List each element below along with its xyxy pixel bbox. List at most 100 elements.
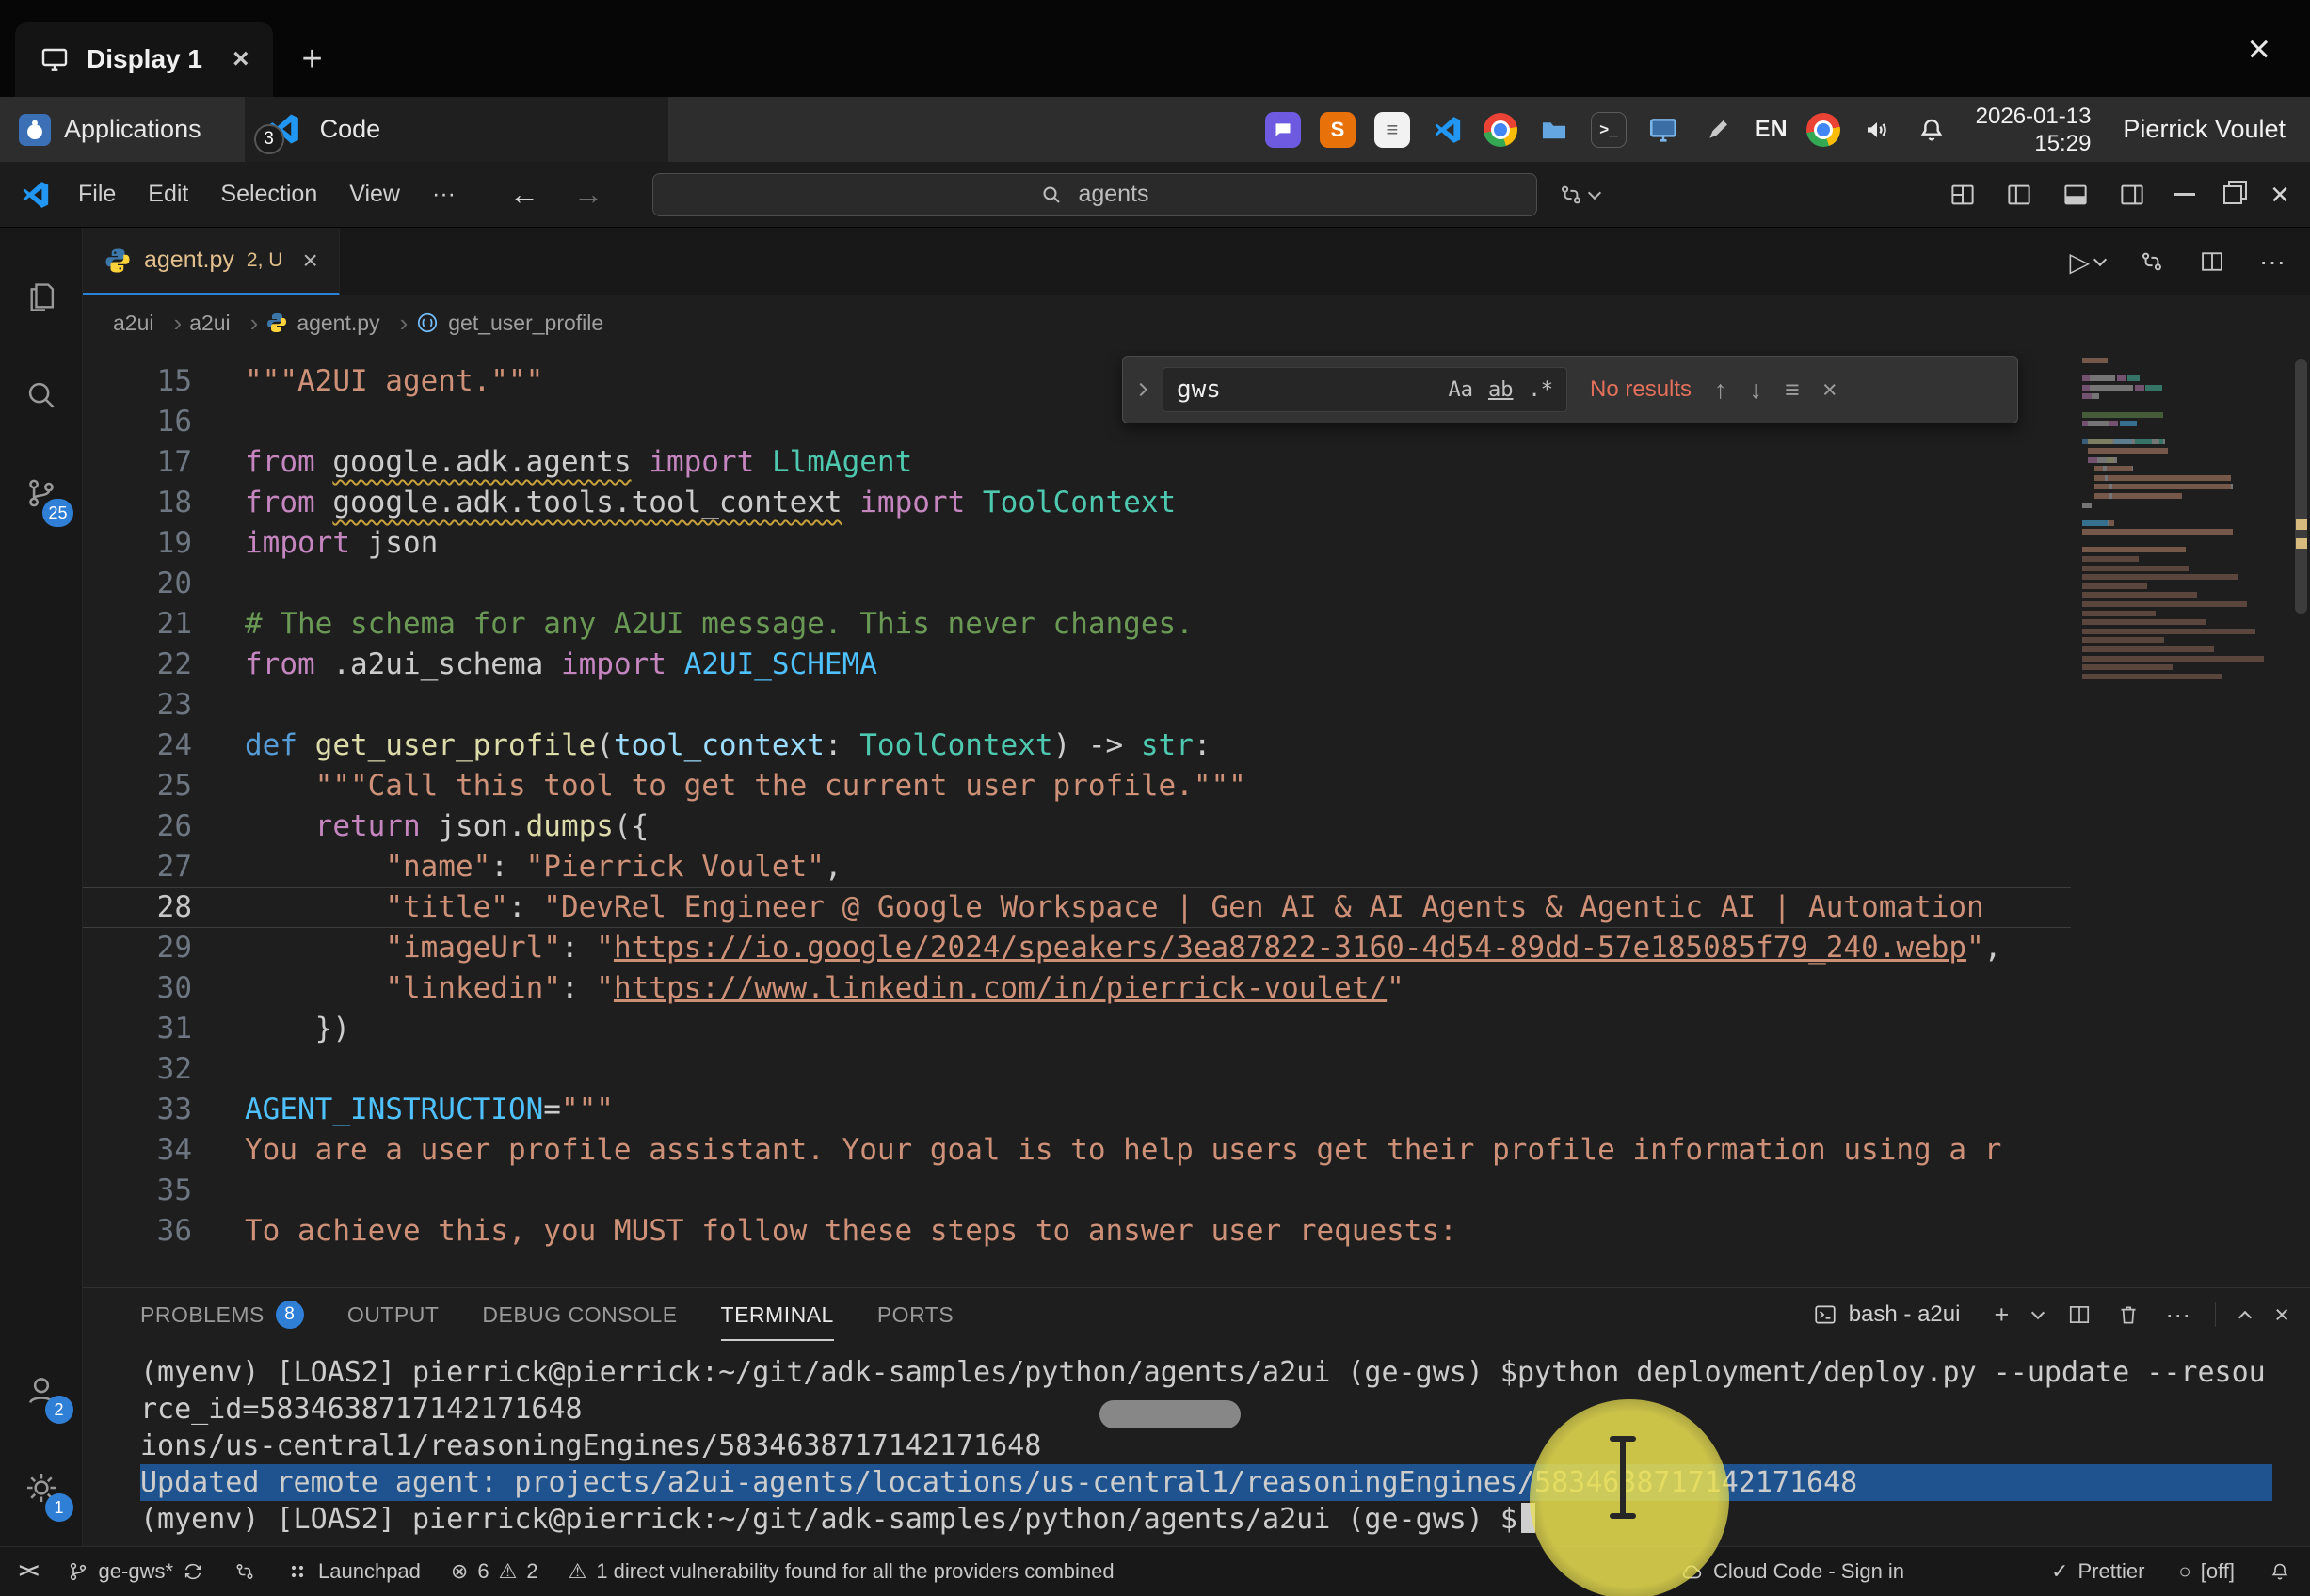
navigate-back-icon[interactable]: ← — [509, 177, 539, 212]
code-line[interactable]: 22from .a2ui_schema import A2UI_SCHEMA — [83, 645, 2071, 685]
terminal-line[interactable]: (myenv) [LOAS2] pierrick@pierrick:~/git/… — [140, 1501, 2310, 1538]
close-panel-icon[interactable]: × — [2274, 1301, 2289, 1330]
remote-display-tray-icon[interactable] — [1645, 112, 1681, 148]
vulnerability-status[interactable]: ⚠ 1 direct vulnerability found for all t… — [569, 1559, 1115, 1584]
tab-agent-py[interactable]: agent.py 2, U × — [83, 228, 340, 295]
find-previous-icon[interactable]: ↑ — [1714, 375, 1727, 405]
taskbar-window-button[interactable]: 3 Code — [245, 97, 668, 162]
code-line[interactable]: 36To achieve this, you MUST follow these… — [83, 1211, 2071, 1252]
flame-app-icon[interactable]: S — [1320, 112, 1356, 148]
sidebar-item-source-control[interactable]: 25 — [0, 444, 83, 542]
problems-status[interactable]: ⊗ 6 ⚠ 2 — [451, 1559, 538, 1584]
code-line[interactable]: 21# The schema for any A2UI message. Thi… — [83, 604, 2071, 645]
code-line[interactable]: 25 """Call this tool to get the current … — [83, 766, 2071, 806]
code-line[interactable]: 29 "imageUrl": "https://io.google/2024/s… — [83, 928, 2071, 968]
user-menu[interactable]: Pierrick Voulet — [2123, 115, 2286, 144]
find-next-icon[interactable]: ↓ — [1750, 375, 1763, 405]
match-case-toggle[interactable]: Aa — [1449, 378, 1474, 402]
toggle-panel-icon[interactable] — [2061, 181, 2090, 209]
sidebar-item-explorer[interactable] — [0, 248, 83, 346]
run-python-file-button[interactable]: ▷ — [2069, 247, 2105, 278]
navigate-forward-icon[interactable]: → — [573, 177, 603, 212]
command-center-search[interactable]: agents — [652, 173, 1537, 216]
breadcrumb-item-a2ui-2[interactable]: a2ui — [189, 309, 258, 338]
code-line[interactable]: 27 "name": "Pierrick Voulet", — [83, 847, 2071, 887]
code-line[interactable]: 34You are a user profile assistant. Your… — [83, 1130, 2071, 1171]
viewer-close-button[interactable]: × — [2247, 29, 2270, 69]
git-branch-status[interactable]: ge-gws* — [67, 1559, 203, 1584]
terminal-dropdown-icon[interactable] — [2031, 1306, 2045, 1319]
code-line[interactable]: 33AGENT_INSTRUCTION=""" — [83, 1090, 2071, 1130]
minimize-window-icon[interactable] — [2174, 193, 2195, 196]
code-line[interactable]: 35 — [83, 1171, 2071, 1211]
minimap[interactable] — [2082, 358, 2289, 682]
terminal-session-chip[interactable]: bash - a2ui — [1813, 1301, 1961, 1328]
pen-icon[interactable] — [1700, 112, 1736, 148]
tab-ports[interactable]: PORTS — [877, 1288, 954, 1341]
editor-scrollbar[interactable] — [2291, 350, 2310, 1287]
cloud-code-signin[interactable]: Cloud Code - Sign in — [1679, 1559, 1904, 1584]
notes-app-icon[interactable]: ≡ — [1374, 112, 1410, 148]
kill-terminal-icon[interactable] — [2116, 1302, 2141, 1327]
panel-more-actions-icon[interactable]: ··· — [2165, 1301, 2190, 1330]
toggle-secondary-sidebar-icon[interactable] — [2118, 181, 2146, 209]
code-line[interactable]: 18from google.adk.tools.tool_context imp… — [83, 483, 2071, 523]
code-line[interactable]: 30 "linkedin": "https://www.linkedin.com… — [83, 968, 2071, 1009]
terminal-content[interactable]: (myenv) [LOAS2] pier​rick@pierrick:~/git… — [83, 1341, 2310, 1538]
split-terminal-icon[interactable] — [2067, 1302, 2092, 1327]
terminal-line[interactable]: (myenv) [LOAS2] pier​rick@pierrick:~/git… — [140, 1354, 2310, 1391]
new-display-button[interactable]: + — [301, 22, 322, 97]
code-line[interactable]: 28 "title": "DevRel Engineer @ Google Wo… — [83, 887, 2071, 928]
sidebar-item-settings[interactable]: 1 — [0, 1439, 83, 1537]
customize-layout-icon[interactable] — [1949, 181, 1977, 209]
chat-app-icon[interactable] — [1265, 112, 1301, 148]
breadcrumb-item-a2ui[interactable]: a2ui — [113, 309, 182, 338]
menu-view[interactable]: View — [333, 181, 416, 208]
sidebar-item-search[interactable] — [0, 346, 83, 444]
screencast-status[interactable]: ○ [off] — [2178, 1559, 2235, 1584]
code-line[interactable]: 24def get_user_profile(tool_context: Too… — [83, 726, 2071, 766]
more-actions-icon[interactable]: ··· — [2259, 247, 2286, 277]
terminal-line[interactable]: Updated remote agent: projects/a2ui-agen… — [140, 1464, 2272, 1501]
terminal-line[interactable]: ions/us-central1/reasoningEngines/583463… — [140, 1428, 2310, 1464]
open-changes-icon[interactable] — [2139, 248, 2165, 275]
sidebar-item-accounts[interactable]: 2 — [0, 1341, 83, 1439]
display-tab[interactable]: Display 1 × — [15, 22, 273, 97]
tab-close-icon[interactable]: × — [302, 246, 317, 276]
open-changes-button[interactable] — [1558, 182, 1599, 208]
compare-changes-status[interactable] — [233, 1560, 256, 1583]
toggle-sidebar-icon[interactable] — [2005, 181, 2033, 209]
restore-window-icon[interactable] — [2223, 185, 2242, 204]
menu-file[interactable]: File — [62, 181, 132, 208]
find-in-selection-icon[interactable]: ≡ — [1785, 375, 1800, 405]
scrollbar-slider[interactable] — [2295, 359, 2307, 614]
notifications-icon[interactable] — [1914, 112, 1949, 148]
close-window-icon[interactable]: × — [2270, 179, 2289, 211]
terminal-tray-icon[interactable]: >_ — [1591, 112, 1627, 148]
tab-debug-console[interactable]: DEBUG CONSOLE — [482, 1288, 677, 1341]
code-line[interactable]: 19import json — [83, 523, 2071, 564]
keyboard-layout-indicator[interactable]: EN — [1755, 116, 1788, 143]
tab-problems[interactable]: PROBLEMS 8 — [140, 1288, 304, 1341]
find-close-icon[interactable]: × — [1822, 375, 1837, 405]
breadcrumb-item-agent-py[interactable]: agent.py — [265, 309, 408, 338]
menu-edit[interactable]: Edit — [132, 181, 204, 208]
split-editor-icon[interactable] — [2199, 248, 2225, 275]
remote-indicator[interactable]: >< — [19, 1560, 37, 1583]
folder-icon[interactable] — [1536, 112, 1572, 148]
browser-profile-icon[interactable] — [1806, 113, 1840, 147]
find-input[interactable]: gws Aa ab .* — [1163, 367, 1567, 412]
maximize-panel-icon[interactable] — [2238, 1311, 2252, 1324]
menu-selection[interactable]: Selection — [204, 181, 333, 208]
clock[interactable]: 2026-01-13 15:29 — [1976, 103, 2092, 157]
code-line[interactable]: 26 return json.dumps({ — [83, 806, 2071, 847]
tab-terminal[interactable]: TERMINAL — [721, 1288, 834, 1341]
code-line[interactable]: 23 — [83, 685, 2071, 726]
menu-overflow[interactable]: ··· — [416, 181, 472, 208]
volume-icon[interactable] — [1859, 112, 1895, 148]
display-tab-close-icon[interactable]: × — [233, 43, 249, 75]
code-line[interactable]: 20 — [83, 564, 2071, 604]
new-terminal-icon[interactable]: + — [1994, 1301, 2009, 1330]
vscode-tray-icon[interactable] — [1429, 112, 1465, 148]
code-line[interactable]: 32 — [83, 1049, 2071, 1090]
